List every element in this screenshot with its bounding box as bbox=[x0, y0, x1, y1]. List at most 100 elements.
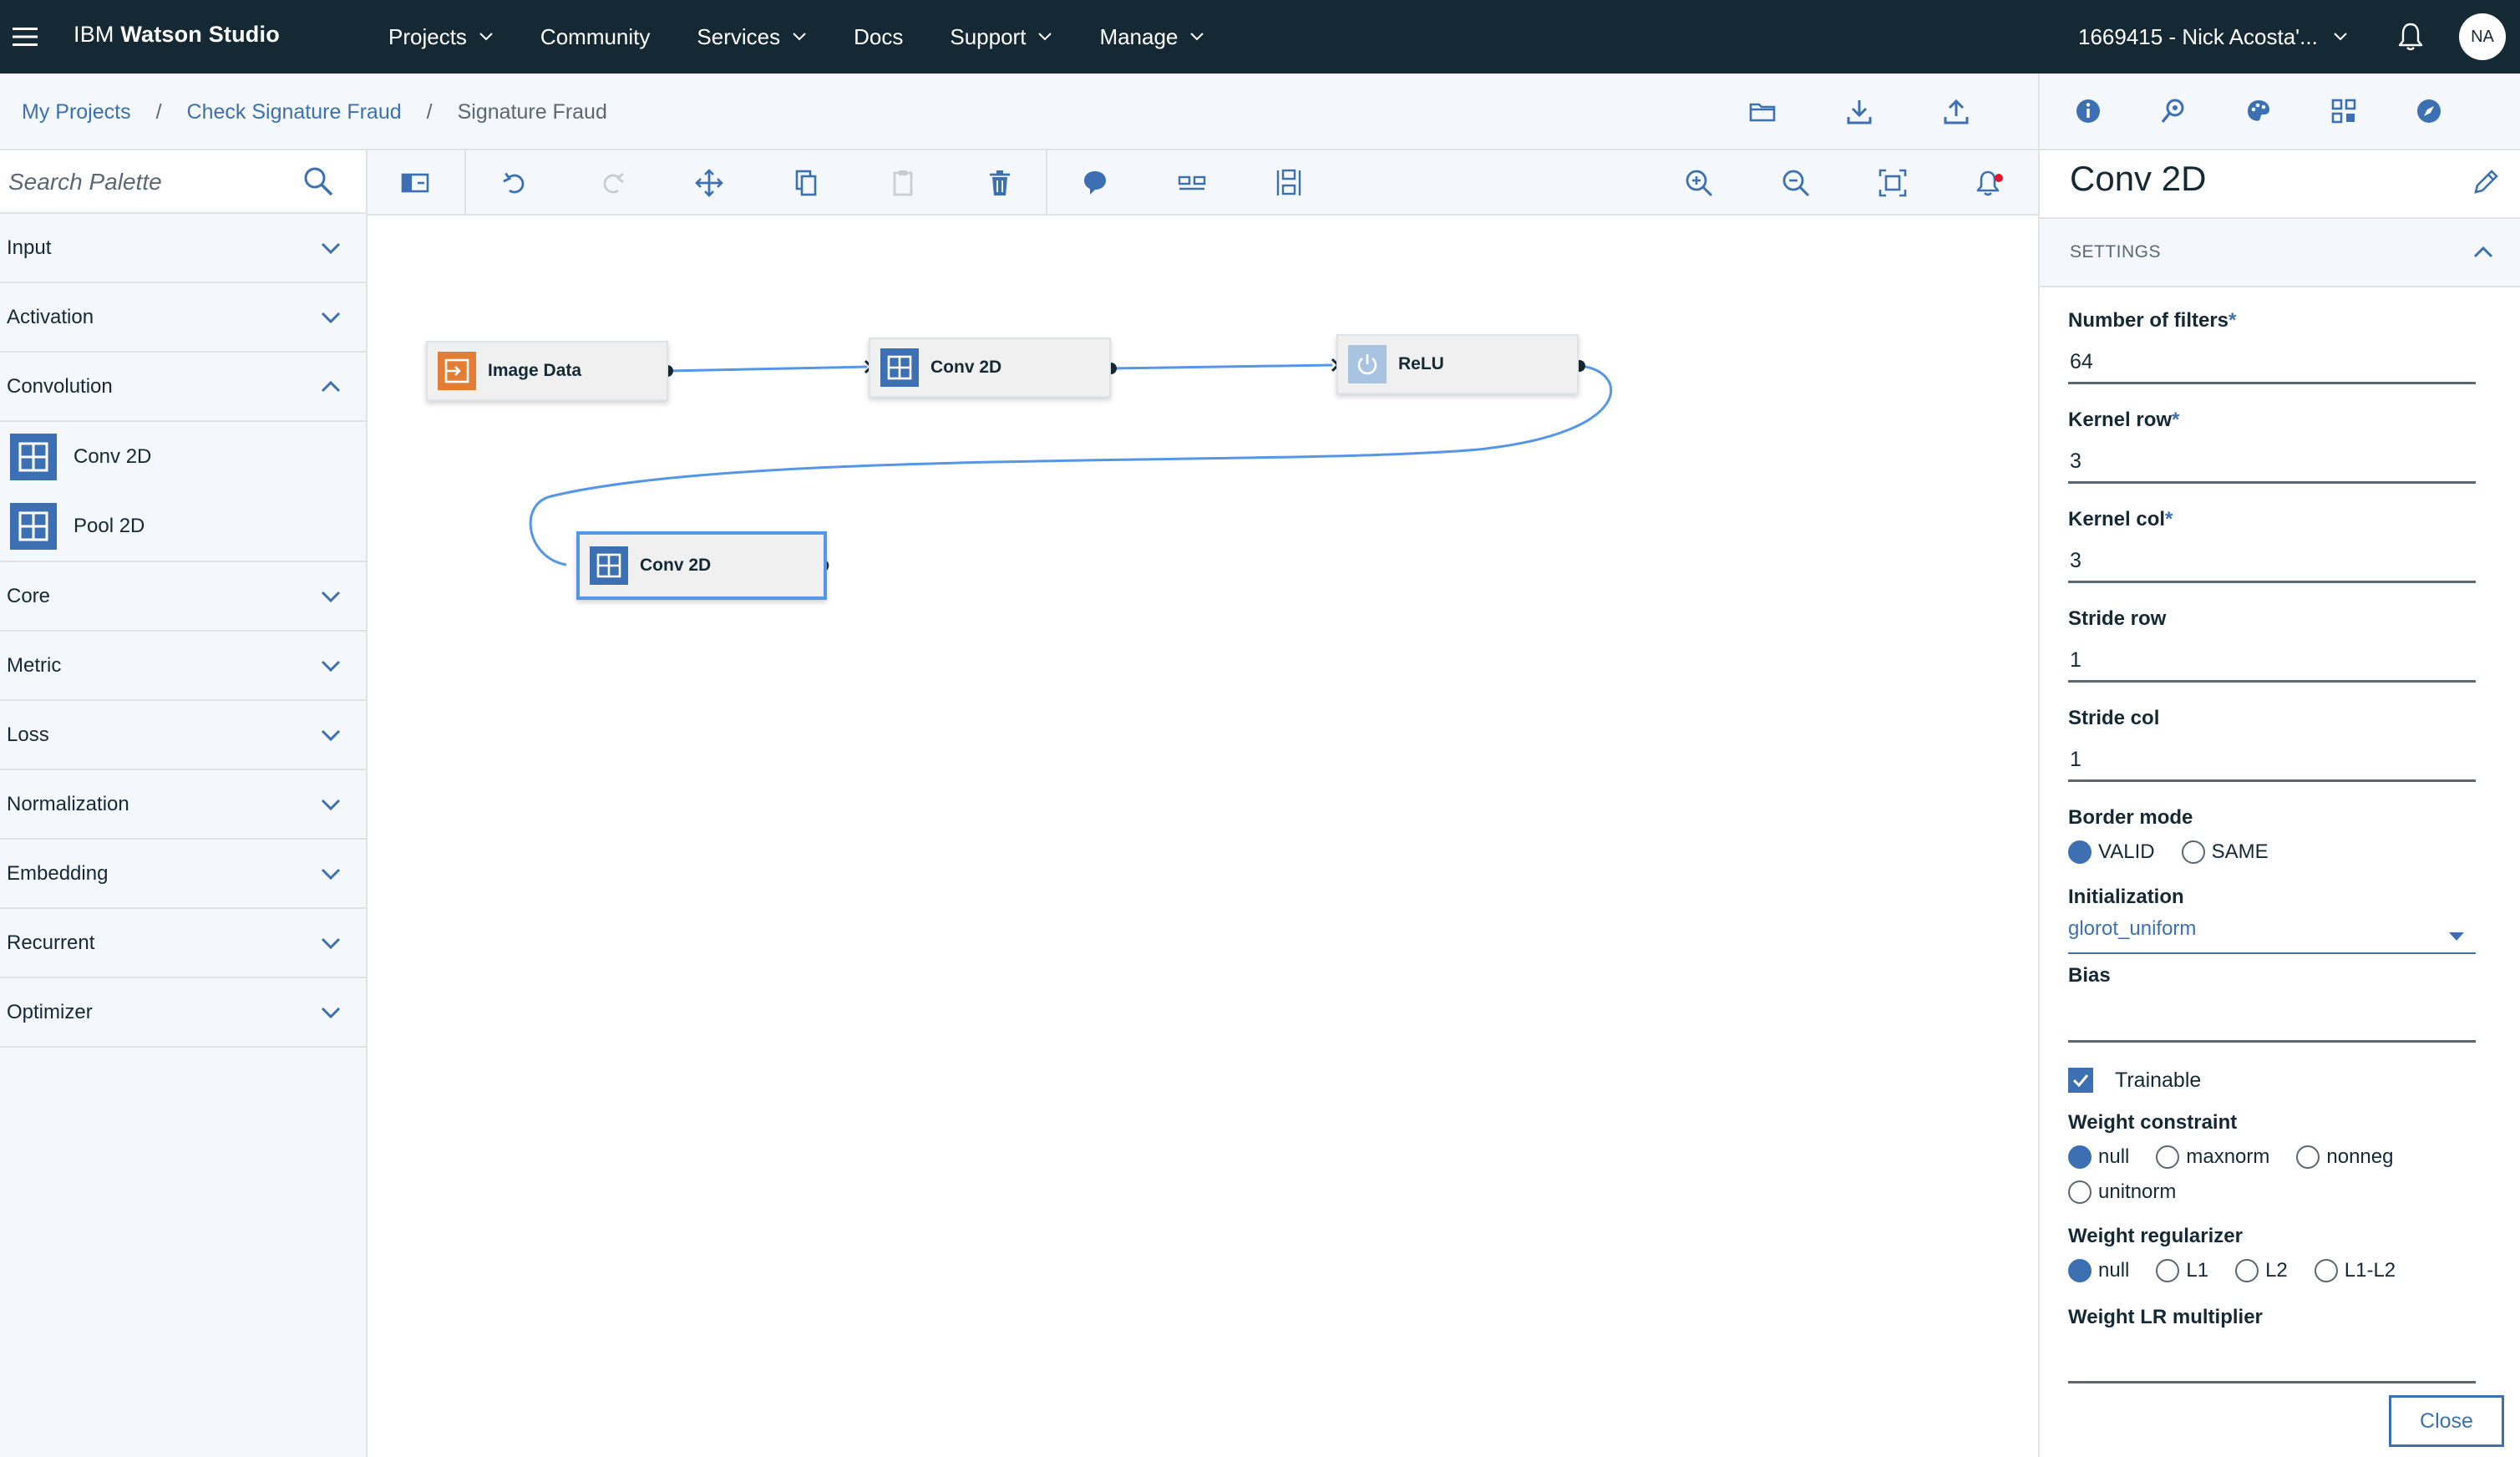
weight-regularizer-label: Weight regularizer bbox=[2068, 1225, 2243, 1247]
weight-constraint-nonneg-radio[interactable]: nonneg bbox=[2296, 1145, 2393, 1169]
border-mode-same-radio[interactable]: SAME bbox=[2181, 840, 2269, 864]
chevron-down-icon bbox=[321, 729, 341, 741]
redo-icon[interactable] bbox=[596, 167, 628, 199]
user-avatar[interactable]: NA bbox=[2459, 13, 2506, 60]
weight-regularizer-l2-radio[interactable]: L2 bbox=[2235, 1259, 2288, 1282]
breadcrumb: My Projects / Check Signature Fraud / Si… bbox=[22, 74, 607, 150]
node-image-data[interactable]: Image Data bbox=[426, 341, 668, 401]
properties-panel: Conv 2D SETTINGS Number of filters* Kern… bbox=[2038, 150, 2520, 1457]
palette-category-metric[interactable]: Metric bbox=[0, 632, 366, 701]
palette-item-conv-2d[interactable]: Conv 2D bbox=[0, 422, 366, 492]
move-icon[interactable] bbox=[693, 167, 725, 199]
zoom-in-icon[interactable] bbox=[1683, 167, 1715, 199]
grid-layout-icon[interactable] bbox=[2329, 96, 2359, 126]
hamburger-menu-icon[interactable] bbox=[10, 22, 40, 52]
download-icon[interactable] bbox=[1844, 97, 1874, 127]
arrange-horizontal-icon[interactable] bbox=[1176, 167, 1208, 199]
nav-community[interactable]: Community bbox=[540, 0, 650, 74]
palette-category-core[interactable]: Core bbox=[0, 562, 366, 632]
palette-category-recurrent[interactable]: Recurrent bbox=[0, 909, 366, 978]
trainable-checkbox[interactable]: Trainable bbox=[2068, 1068, 2201, 1093]
stride-row-label: Stride row bbox=[2068, 607, 2167, 630]
palette-category-loss[interactable]: Loss bbox=[0, 701, 366, 770]
nav-services[interactable]: Services bbox=[697, 0, 807, 74]
flow-canvas[interactable]: Image Data Conv 2D ReLU Conv 2D bbox=[368, 216, 2038, 1457]
settings-section-header[interactable]: SETTINGS bbox=[2040, 217, 2520, 287]
account-switcher[interactable]: 1669415 - Nick Acosta'... bbox=[2078, 0, 2348, 74]
chevron-down-icon bbox=[793, 33, 806, 41]
weight-lr-multiplier-label: Weight LR multiplier bbox=[2068, 1306, 2263, 1328]
palette-category-normalization[interactable]: Normalization bbox=[0, 770, 366, 840]
palette-category-convolution[interactable]: Convolution bbox=[0, 353, 366, 422]
bias-input[interactable] bbox=[2068, 1001, 2476, 1043]
toggle-palette-icon[interactable] bbox=[399, 167, 431, 199]
palette-item-pool-2d[interactable]: Pool 2D bbox=[0, 492, 366, 562]
run-settings-icon[interactable] bbox=[2158, 96, 2188, 126]
comment-icon[interactable] bbox=[1079, 167, 1111, 199]
breadcrumb-my-projects[interactable]: My Projects bbox=[22, 100, 131, 124]
paste-icon[interactable] bbox=[887, 167, 919, 199]
weight-regularizer-l1-radio[interactable]: L1 bbox=[2156, 1259, 2208, 1282]
chevron-down-icon bbox=[321, 242, 341, 254]
radio-selected-indicator bbox=[2068, 840, 2092, 864]
nav-projects[interactable]: Projects bbox=[388, 0, 494, 74]
search-icon[interactable] bbox=[302, 165, 334, 197]
palette-category-activation[interactable]: Activation bbox=[0, 283, 366, 353]
chevron-up-icon bbox=[321, 380, 341, 392]
node-label: ReLU bbox=[1398, 354, 1444, 373]
compass-icon[interactable] bbox=[2414, 96, 2444, 126]
weight-constraint-unitnorm-radio[interactable]: unitnorm bbox=[2068, 1180, 2176, 1204]
copy-icon[interactable] bbox=[790, 167, 822, 199]
grid-icon bbox=[590, 546, 628, 585]
search-input[interactable] bbox=[7, 150, 291, 214]
initialization-select[interactable]: glorot_uniform bbox=[2068, 917, 2476, 954]
breadcrumb-project[interactable]: Check Signature Fraud bbox=[187, 100, 402, 124]
filters-input[interactable] bbox=[2068, 343, 2476, 384]
zoom-out-icon[interactable] bbox=[1780, 167, 1812, 199]
product-brand[interactable]: IBM Watson Studio bbox=[74, 22, 280, 48]
upload-icon[interactable] bbox=[1941, 97, 1971, 127]
palette-category-optimizer[interactable]: Optimizer bbox=[0, 978, 366, 1048]
nav-manage[interactable]: Manage bbox=[1099, 0, 1204, 74]
weight-lr-multiplier-input[interactable] bbox=[2068, 1342, 2476, 1383]
close-button[interactable]: Close bbox=[2389, 1395, 2504, 1447]
category-label: Embedding bbox=[7, 861, 109, 885]
stride-row-input[interactable] bbox=[2068, 641, 2476, 683]
side-panel-tabs bbox=[2038, 74, 2520, 150]
nav-support[interactable]: Support bbox=[950, 0, 1052, 74]
border-mode-label: Border mode bbox=[2068, 806, 2193, 829]
radio-indicator bbox=[2181, 840, 2205, 864]
arrange-vertical-icon[interactable] bbox=[1273, 167, 1305, 199]
info-icon[interactable] bbox=[2073, 96, 2103, 126]
kernel-row-input[interactable] bbox=[2068, 442, 2476, 484]
weight-constraint-null-radio[interactable]: null bbox=[2068, 1145, 2129, 1169]
notifications-bell-icon[interactable] bbox=[2394, 20, 2427, 53]
palette-icon[interactable] bbox=[2244, 96, 2274, 126]
nav-docs[interactable]: Docs bbox=[854, 0, 903, 74]
fit-to-screen-icon[interactable] bbox=[1877, 167, 1909, 199]
properties-title: Conv 2D bbox=[2070, 159, 2207, 198]
radio-indicator bbox=[2314, 1259, 2338, 1282]
border-mode-valid-radio[interactable]: VALID bbox=[2068, 840, 2155, 864]
stride-col-input[interactable] bbox=[2068, 740, 2476, 782]
weight-regularizer-l1-l2-radio[interactable]: L1-L2 bbox=[2314, 1259, 2396, 1282]
weight-regularizer-null-radio[interactable]: null bbox=[2068, 1259, 2129, 1282]
delete-icon[interactable] bbox=[984, 167, 1016, 199]
node-conv-2d[interactable]: Conv 2D bbox=[869, 338, 1111, 398]
folder-icon[interactable] bbox=[1747, 97, 1777, 127]
notification-alert-icon[interactable] bbox=[1974, 167, 2005, 199]
palette-item-label: Conv 2D bbox=[74, 445, 152, 468]
kernel-col-input[interactable] bbox=[2068, 541, 2476, 583]
undo-icon[interactable] bbox=[499, 167, 531, 199]
edit-pencil-icon[interactable] bbox=[2471, 167, 2501, 197]
palette-category-embedding[interactable]: Embedding bbox=[0, 840, 366, 909]
nav-label: Manage bbox=[1099, 23, 1179, 49]
node-conv-2d-selected[interactable]: Conv 2D bbox=[576, 531, 827, 600]
palette-category-input[interactable]: Input bbox=[0, 214, 366, 283]
weight-constraint-maxnorm-radio[interactable]: maxnorm bbox=[2156, 1145, 2269, 1169]
node-relu[interactable]: ReLU bbox=[1336, 334, 1579, 394]
avatar-initials: NA bbox=[2471, 27, 2494, 46]
label-text: Kernel row bbox=[2068, 409, 2173, 431]
node-label: Conv 2D bbox=[930, 358, 1002, 377]
power-icon bbox=[1348, 345, 1387, 383]
